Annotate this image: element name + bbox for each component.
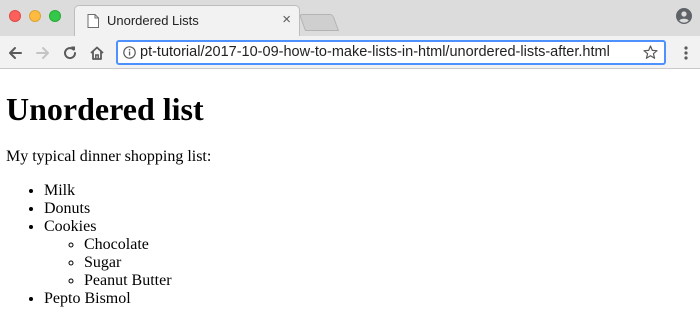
- intro-text: My typical dinner shopping list:: [6, 148, 212, 165]
- address-bar[interactable]: pt-tutorial/2017-10-09-how-to-make-lists…: [116, 40, 666, 65]
- list-item-cookies: Cookies Chocolate Sugar Peanut Butter: [44, 218, 172, 290]
- title-bar: Unordered Lists ×: [0, 0, 700, 36]
- new-tab-button[interactable]: [298, 14, 340, 31]
- reload-icon[interactable]: [61, 44, 79, 62]
- close-tab-icon[interactable]: ×: [282, 11, 291, 29]
- close-window-button[interactable]: [9, 10, 21, 22]
- sublist-item-sugar: Sugar: [84, 254, 172, 272]
- profile-icon[interactable]: [676, 8, 692, 24]
- list-item-donuts: Donuts: [44, 200, 172, 218]
- url-text: pt-tutorial/2017-10-09-how-to-make-lists…: [140, 44, 610, 60]
- back-arrow-icon[interactable]: [6, 44, 24, 62]
- maximize-window-button[interactable]: [49, 10, 61, 22]
- page-heading: Unordered list: [6, 91, 204, 127]
- tab-title: Unordered Lists: [107, 13, 199, 28]
- forward-arrow-icon[interactable]: [34, 44, 52, 62]
- more-menu-icon[interactable]: [680, 45, 692, 61]
- list-item-label: Cookies: [44, 218, 97, 235]
- sublist-item-peanut-butter: Peanut Butter: [84, 272, 172, 290]
- toolbar: pt-tutorial/2017-10-09-how-to-make-lists…: [0, 36, 700, 69]
- page-content: Unordered list My typical dinner shoppin…: [0, 69, 700, 316]
- tab-unordered-lists[interactable]: Unordered Lists ×: [74, 5, 300, 36]
- list-item-milk: Milk: [44, 182, 172, 200]
- url-field[interactable]: pt-tutorial/2017-10-09-how-to-make-lists…: [140, 44, 636, 60]
- shopping-list: Milk Donuts Cookies Chocolate Sugar Pean…: [6, 182, 172, 308]
- info-icon[interactable]: [123, 46, 136, 59]
- minimize-window-button[interactable]: [29, 10, 41, 22]
- document-icon: [87, 14, 99, 28]
- cookies-sublist: Chocolate Sugar Peanut Butter: [44, 236, 172, 290]
- sublist-item-chocolate: Chocolate: [84, 236, 172, 254]
- home-icon[interactable]: [88, 44, 106, 62]
- bookmark-star-icon[interactable]: [643, 45, 658, 60]
- list-item-pepto-bismol: Pepto Bismol: [44, 290, 172, 308]
